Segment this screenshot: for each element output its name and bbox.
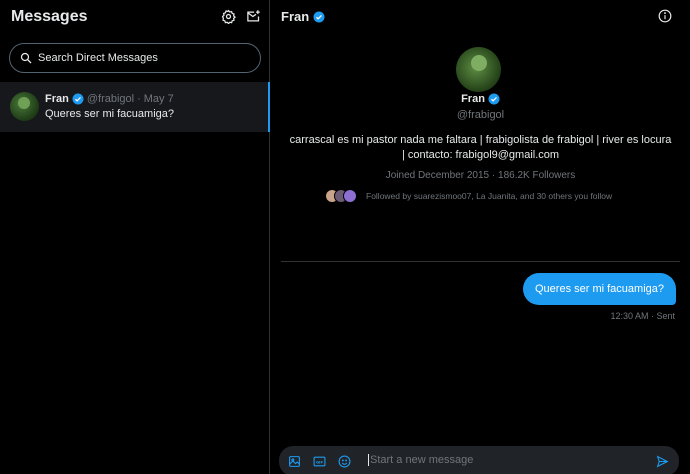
chat-title: Fran [281,9,310,24]
profile-name-row[interactable]: Fran [271,93,690,105]
gif-icon[interactable]: GIF [313,455,326,468]
message-bubble[interactable]: Queres ser mi facuamiga? [523,273,676,305]
avatar [10,92,39,121]
followed-by[interactable]: Followed by suarezismoo07, La Juanita, a… [325,189,612,203]
followed-by-text: Followed by suarezismoo07, La Juanita, a… [366,191,613,201]
conversation-name: Fran [45,93,69,105]
verified-badge-icon [313,11,325,23]
new-message-icon[interactable] [245,8,261,24]
profile-name: Fran [461,93,485,105]
send-icon[interactable] [656,455,669,468]
separator: · [137,93,141,105]
gear-icon[interactable] [220,8,236,24]
conversation-date: May 7 [143,93,174,105]
profile-joined-followers: Joined December 2015 · 186.2K Followers [385,170,576,181]
page-title: Messages [11,7,88,25]
image-icon[interactable] [288,455,301,468]
message-meta: 12:30 AM · Sent [610,311,675,321]
emoji-icon[interactable] [338,455,351,468]
profile-bio: carrascal es mi pastor nada me faltara |… [289,134,672,161]
search-placeholder: Search Direct Messages [38,52,158,64]
verified-badge-icon [72,93,84,105]
info-icon[interactable] [658,9,672,23]
profile-avatar[interactable] [456,47,501,92]
chat-pane: Fran Fran @frabigol carrascal es mi past… [271,0,690,474]
conversation-handle: @frabigol [86,93,135,105]
verified-badge-icon [488,93,500,105]
svg-text:GIF: GIF [316,459,324,464]
message-input[interactable]: Start a new message [368,454,473,466]
conversation-preview: Queres ser mi facuamiga? [45,108,174,120]
divider [281,261,680,262]
profile-handle: @frabigol [456,109,505,121]
conversation-item[interactable]: Fran @frabigol · May 7 Queres ser mi fac… [0,82,270,132]
chat-header: Fran [271,0,690,33]
message-composer: GIF Start a new message [279,446,679,474]
search-input[interactable]: Search Direct Messages [9,43,261,73]
conversation-list-pane: Messages Search Direct Messages Fran @fr… [0,0,270,474]
follower-avatar [343,189,357,203]
search-icon [20,52,38,64]
